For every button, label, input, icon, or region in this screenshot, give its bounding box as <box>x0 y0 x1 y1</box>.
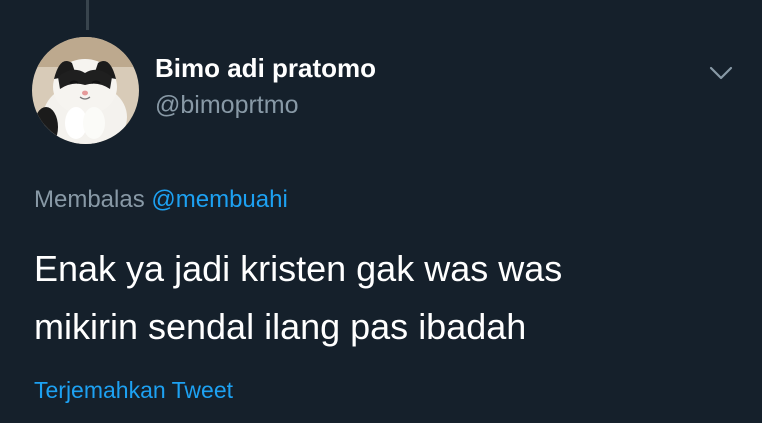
author-name[interactable]: Bimo adi pratomo <box>155 53 376 84</box>
replying-prefix: Membalas <box>34 186 145 213</box>
tweet-text-line-1: Enak ya jadi kristen gak was was <box>34 248 563 289</box>
avatar[interactable] <box>32 37 139 144</box>
tweet-text-line-2: mikirin sendal ilang pas ibadah <box>34 306 527 347</box>
translate-tweet-link[interactable]: Terjemahkan Tweet <box>34 377 233 404</box>
author-handle[interactable]: @bimoprtmo <box>155 91 298 120</box>
thread-connector-line <box>86 0 89 30</box>
replying-to: Membalas @membuahi <box>34 186 288 214</box>
cat-avatar-image <box>32 37 139 144</box>
tweet-text: Enak ya jadi kristen gak was was mikirin… <box>34 240 734 356</box>
replying-to-mention[interactable]: @membuahi <box>151 186 287 213</box>
chevron-down-icon[interactable] <box>706 60 736 86</box>
